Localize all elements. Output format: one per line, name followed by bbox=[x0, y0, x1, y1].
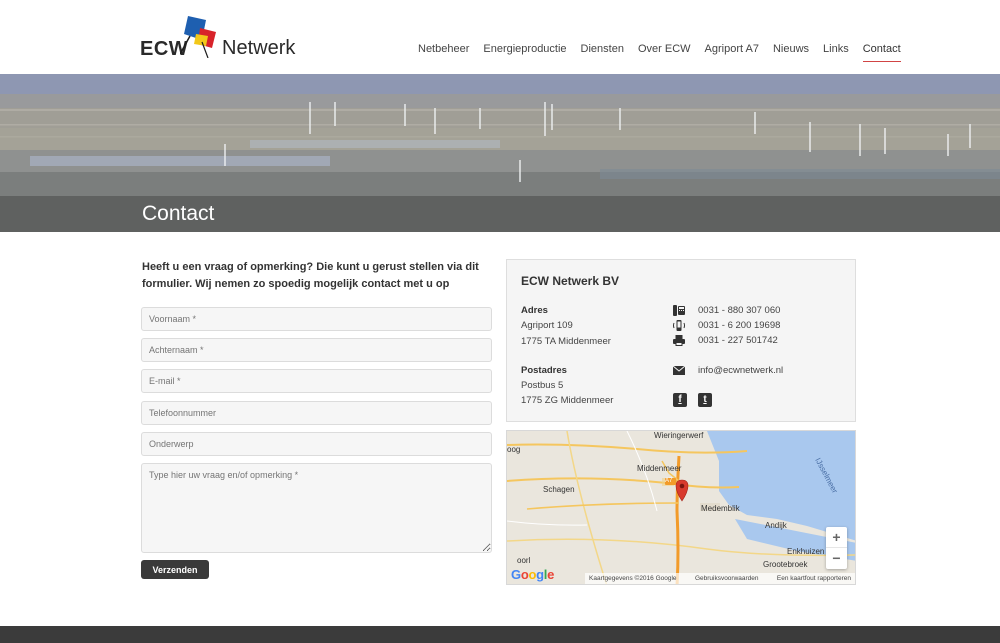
site-header: ECW Netwerk Netbeheer Energieproductie D… bbox=[0, 0, 1000, 74]
google-logo[interactable]: Google bbox=[511, 567, 554, 582]
map-label-wieringerwerf: Wieringerwerf bbox=[654, 431, 704, 440]
logo-mark-icon bbox=[180, 16, 216, 58]
map-terms-link[interactable]: Gebruiksvoorwaarden bbox=[695, 575, 759, 582]
email-link[interactable]: info@ecwnetwerk.nl bbox=[698, 365, 783, 376]
location-map[interactable]: Wieringerwerf oog Middenmeer A7 Schagen … bbox=[506, 430, 856, 585]
email-field[interactable] bbox=[141, 369, 492, 393]
postal-line-1: Postbus 5 bbox=[521, 380, 564, 391]
first-name-field[interactable] bbox=[141, 307, 492, 331]
subject-field[interactable] bbox=[141, 432, 492, 456]
map-attribution: Kaartgegevens ©2016 Google bbox=[589, 575, 677, 582]
address-line-2: 1775 TA Middenmeer bbox=[521, 336, 611, 347]
mobile-number: 0031 - 6 200 19698 bbox=[698, 320, 781, 331]
map-label-andijk: Andijk bbox=[765, 521, 787, 530]
main-nav: Netbeheer Energieproductie Diensten Over… bbox=[418, 43, 915, 62]
nav-item-diensten[interactable]: Diensten bbox=[581, 43, 624, 62]
brand-logo[interactable]: ECW Netwerk bbox=[140, 14, 295, 60]
brand-name-rest: Netwerk bbox=[222, 37, 296, 59]
map-label-oog: oog bbox=[507, 445, 521, 454]
nav-item-energieproductie[interactable]: Energieproductie bbox=[483, 43, 566, 62]
form-intro-text: Heeft u een vraag of opmerking? Die kunt… bbox=[142, 261, 479, 290]
message-field[interactable] bbox=[141, 463, 492, 553]
address-line-1: Agriport 109 bbox=[521, 320, 573, 331]
map-zoom-control: + − bbox=[826, 527, 847, 569]
contact-info-card: ECW Netwerk BV Adres Agriport 109 1775 T… bbox=[506, 259, 856, 422]
map-label-middenmeer: Middenmeer bbox=[637, 464, 682, 473]
map-label-medemblik: Medemblik bbox=[701, 504, 740, 513]
map-label-enkhuizen: Enkhuizen bbox=[787, 547, 825, 556]
hero-banner: Contact bbox=[0, 74, 1000, 232]
phone-number: 0031 - 880 307 060 bbox=[698, 305, 781, 316]
google-logo-g: G bbox=[511, 567, 521, 582]
phone-field[interactable] bbox=[141, 401, 492, 425]
address-label: Adres bbox=[521, 305, 548, 316]
zoom-in-button[interactable]: + bbox=[826, 527, 847, 548]
mobile-icon bbox=[673, 320, 685, 331]
map-attribution-bar: Kaartgegevens ©2016 Google Gebruiksvoorw… bbox=[585, 573, 855, 584]
nav-item-links[interactable]: Links bbox=[823, 43, 849, 62]
nav-item-contact[interactable]: Contact bbox=[862, 43, 901, 62]
nav-item-over-ecw[interactable]: Over ECW bbox=[638, 43, 691, 62]
fax-icon bbox=[673, 335, 685, 346]
map-label-road: A7 bbox=[665, 478, 673, 484]
envelope-icon bbox=[673, 365, 685, 375]
last-name-field[interactable] bbox=[141, 338, 492, 362]
phone-icon bbox=[673, 305, 685, 316]
site-footer bbox=[0, 626, 1000, 643]
facebook-icon[interactable]: f bbox=[673, 393, 687, 407]
zoom-out-button[interactable]: − bbox=[826, 548, 847, 569]
twitter-icon[interactable]: t bbox=[698, 393, 712, 407]
submit-button[interactable]: Verzenden bbox=[141, 560, 209, 579]
postal-line-2: 1775 ZG Middenmeer bbox=[521, 395, 614, 406]
map-label-schagen: Schagen bbox=[543, 485, 575, 494]
map-label-hoorn: oorl bbox=[517, 556, 531, 565]
fax-number: 0031 - 227 501742 bbox=[698, 335, 778, 346]
page-title: Contact bbox=[142, 202, 215, 225]
postal-label: Postadres bbox=[521, 365, 567, 376]
company-name: ECW Netwerk BV bbox=[521, 274, 620, 288]
nav-item-agriport-a7[interactable]: Agriport A7 bbox=[705, 43, 759, 62]
map-report-link[interactable]: Een kaartfout rapporteren bbox=[777, 575, 851, 582]
map-label-grootebroek: Grootebroek bbox=[763, 560, 808, 569]
nav-item-nieuws[interactable]: Nieuws bbox=[773, 43, 809, 62]
nav-item-netbeheer[interactable]: Netbeheer bbox=[418, 43, 469, 62]
